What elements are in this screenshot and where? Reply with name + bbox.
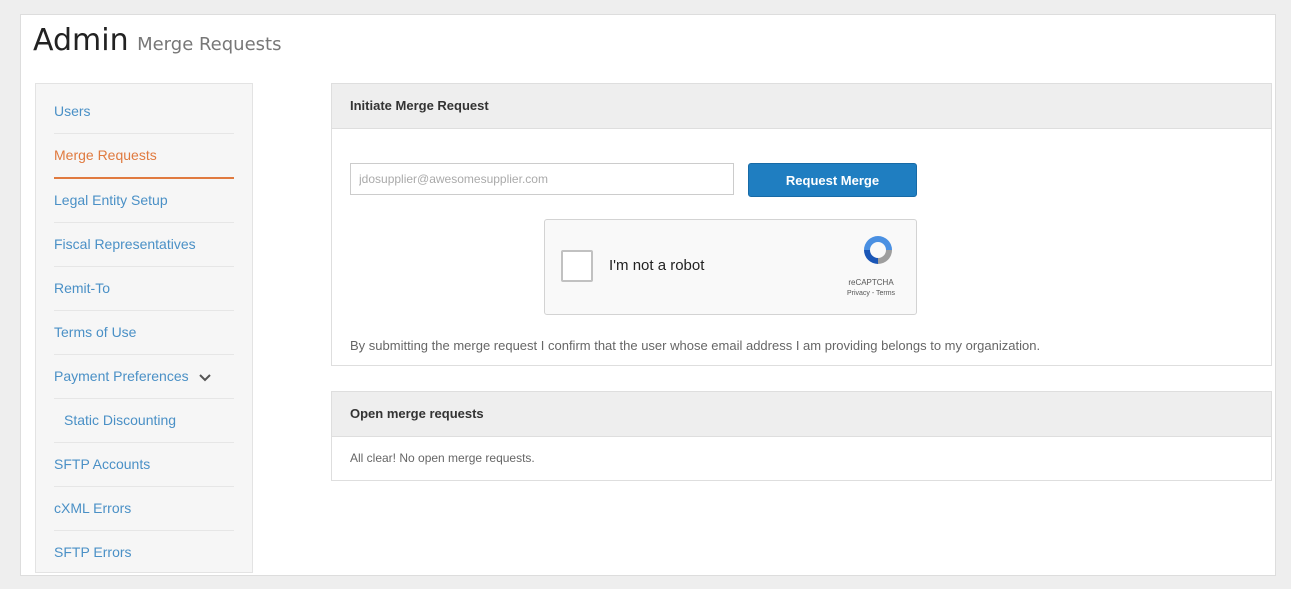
recaptcha-links[interactable]: Privacy - Terms	[836, 290, 906, 297]
sidebar-item-merge-requests[interactable]: Merge Requests	[54, 134, 234, 179]
panel-heading: Initiate Merge Request	[332, 84, 1271, 129]
page-title: Admin Merge Requests	[33, 23, 281, 58]
initiate-merge-panel: Initiate Merge Request Request Merge I'm…	[331, 83, 1272, 366]
sidebar-item-label: Payment Preferences	[54, 368, 189, 384]
chevron-down-icon[interactable]	[198, 356, 211, 399]
sidebar-item-sftp-accounts[interactable]: SFTP Accounts	[54, 443, 234, 487]
page-title-main: Admin	[33, 23, 129, 58]
email-field[interactable]	[350, 163, 734, 195]
sidebar-item-remit-to[interactable]: Remit-To	[54, 267, 234, 311]
sidebar-item-payment-preferences[interactable]: Payment Preferences	[54, 355, 234, 399]
empty-state-text: All clear! No open merge requests.	[350, 451, 535, 465]
sidebar-item-sftp-errors[interactable]: SFTP Errors	[54, 531, 234, 574]
recaptcha-brand: reCAPTCHA	[848, 278, 894, 287]
sidebar: Users Merge Requests Legal Entity Setup …	[35, 83, 253, 573]
sidebar-item-terms-of-use[interactable]: Terms of Use	[54, 311, 234, 355]
panel-heading: Open merge requests	[332, 392, 1271, 437]
sidebar-item-users[interactable]: Users	[54, 90, 234, 134]
admin-page: Admin Merge Requests Users Merge Request…	[20, 14, 1276, 576]
recaptcha-label: I'm not a robot	[609, 257, 705, 274]
sidebar-item-legal-entity-setup[interactable]: Legal Entity Setup	[54, 179, 234, 223]
recaptcha-widget: I'm not a robot reCAPTCHA Privacy - Term…	[544, 219, 917, 315]
sidebar-item-static-discounting[interactable]: Static Discounting	[54, 399, 234, 443]
disclaimer-text: By submitting the merge request I confir…	[350, 338, 1041, 353]
sidebar-item-fiscal-representatives[interactable]: Fiscal Representatives	[54, 223, 234, 267]
request-merge-button[interactable]: Request Merge	[748, 163, 917, 197]
open-merge-requests-panel: Open merge requests All clear! No open m…	[331, 391, 1272, 481]
sidebar-item-cxml-errors[interactable]: cXML Errors	[54, 487, 234, 531]
recaptcha-logo-icon	[858, 232, 898, 273]
recaptcha-checkbox[interactable]	[561, 250, 593, 282]
page-title-sub: Merge Requests	[137, 34, 282, 55]
